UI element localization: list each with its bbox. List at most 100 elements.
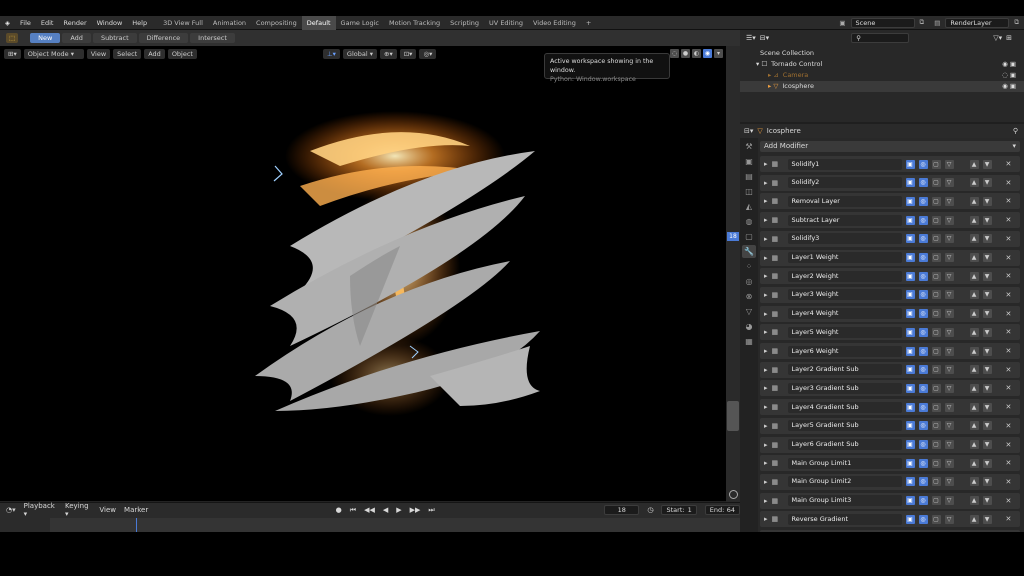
renderlayer-field[interactable]: RenderLayer bbox=[945, 17, 1010, 28]
remove-modifier-icon[interactable]: ✕ bbox=[1006, 422, 1012, 430]
viewport-menu-select[interactable]: Select bbox=[113, 49, 142, 59]
tab-default[interactable]: Default bbox=[301, 16, 336, 30]
current-frame-field[interactable]: 18 bbox=[604, 505, 640, 515]
modifier-row[interactable]: ▸ ▦ Layer1 Weight ▣ ◎ ▢ ▽ ▲ ▼ ✕ bbox=[760, 249, 1020, 266]
menu-file[interactable]: File bbox=[15, 19, 36, 27]
clock-icon[interactable]: ◷ bbox=[647, 506, 653, 514]
expand-chevron-icon[interactable]: ▸ bbox=[764, 403, 768, 411]
viewport-toggle-icon[interactable]: ◎ bbox=[918, 234, 928, 244]
modifier-name-field[interactable]: Main Group Limit3 bbox=[787, 495, 902, 507]
render-toggle-icon[interactable]: ▢ bbox=[931, 327, 941, 337]
cage-toggle-icon[interactable]: ▽ bbox=[944, 440, 954, 449]
edit-mode-toggle-icon[interactable]: ▣ bbox=[905, 178, 915, 188]
constraints-tab-icon[interactable]: ⊗ bbox=[742, 290, 756, 303]
timeline-track[interactable] bbox=[50, 518, 740, 532]
move-down-icon[interactable]: ▼ bbox=[982, 271, 992, 281]
move-up-icon[interactable]: ▲ bbox=[969, 514, 979, 524]
modifier-row[interactable]: ▸ ▦ Layer2 Weight ▣ ◎ ▢ ▽ ▲ ▼ ✕ bbox=[760, 268, 1020, 285]
edit-mode-toggle-icon[interactable]: ▣ bbox=[905, 514, 915, 524]
tab-uv-editing[interactable]: UV Editing bbox=[484, 16, 528, 30]
cage-toggle-icon[interactable]: ▽ bbox=[944, 402, 954, 412]
expand-chevron-icon[interactable]: ▸ bbox=[764, 272, 768, 280]
render-toggle-icon[interactable]: ▢ bbox=[931, 309, 941, 319]
modifier-row[interactable]: ▸ ▦ Removal Layer ▣ ◎ ▢ ▽ ▲ ▼ ✕ bbox=[760, 193, 1020, 210]
modifier-row[interactable]: ▸ ▦ Subtract Layer ▣ ◎ ▢ ▽ ▲ ▼ ✕ bbox=[760, 212, 1020, 229]
viewport-toggle-icon[interactable]: ◎ bbox=[918, 178, 928, 188]
remove-modifier-icon[interactable]: ✕ bbox=[1006, 272, 1012, 280]
move-down-icon[interactable]: ▼ bbox=[982, 421, 992, 431]
data-tab-icon[interactable]: ▽ bbox=[742, 305, 756, 318]
expand-chevron-icon[interactable]: ▸ bbox=[764, 328, 768, 336]
render-toggle-icon[interactable]: ▢ bbox=[931, 365, 941, 375]
edit-mode-toggle-icon[interactable]: ▣ bbox=[905, 383, 915, 393]
cage-toggle-icon[interactable]: ▽ bbox=[944, 271, 954, 281]
modifier-row[interactable]: ▸ ▦ Solidify1 ▣ ◎ ▢ ▽ ▲ ▼ ✕ bbox=[760, 156, 1020, 172]
modifier-name-field[interactable]: Layer3 Gradient Sub bbox=[787, 382, 902, 394]
end-frame-field[interactable]: End: 64 bbox=[704, 505, 741, 515]
edit-mode-toggle-icon[interactable]: ▣ bbox=[905, 159, 915, 169]
modifier-name-field[interactable]: Layer4 Weight bbox=[787, 308, 902, 320]
add-workspace-icon[interactable]: + bbox=[581, 16, 596, 30]
modifier-row[interactable]: ▸ ▦ Main Group Limit3 ▣ ◎ ▢ ▽ ▲ ▼ ✕ bbox=[760, 492, 1020, 509]
remove-modifier-icon[interactable]: ✕ bbox=[1006, 515, 1012, 523]
modifier-row[interactable]: ▸ ▦ Layer4 Weight ▣ ◎ ▢ ▽ ▲ ▼ ✕ bbox=[760, 305, 1020, 322]
modifier-row[interactable]: ▸ ▦ Main Group Limit2 ▣ ◎ ▢ ▽ ▲ ▼ ✕ bbox=[760, 473, 1020, 490]
cage-toggle-icon[interactable]: ▽ bbox=[944, 215, 954, 225]
modifier-name-field[interactable]: Solidify1 bbox=[787, 158, 902, 170]
timeline-menu-playback[interactable]: Playback ▾ bbox=[24, 502, 57, 518]
cage-toggle-icon[interactable]: ▽ bbox=[944, 496, 954, 506]
move-down-icon[interactable]: ▼ bbox=[982, 383, 992, 393]
render-toggle-icon[interactable]: ▢ bbox=[931, 234, 941, 244]
render-toggle-icon[interactable]: ▢ bbox=[931, 159, 941, 169]
modifier-name-field[interactable]: Layer6 Weight bbox=[787, 345, 902, 357]
outliner-row-tornado-control[interactable]: ▾ ☐ Tornado Control ◉ ▣ bbox=[740, 59, 1024, 70]
expand-chevron-icon[interactable]: ▸ bbox=[764, 235, 768, 243]
menu-window[interactable]: Window bbox=[92, 19, 128, 27]
modifier-tab-icon[interactable]: 🔧 bbox=[742, 245, 756, 258]
modifier-row[interactable]: ▸ ▦ Layer4 Gradient Sub ▣ ◎ ▢ ▽ ▲ ▼ ✕ bbox=[760, 399, 1020, 416]
move-down-icon[interactable]: ▼ bbox=[982, 514, 992, 524]
expand-chevron-icon[interactable]: ▸ bbox=[764, 459, 768, 467]
scene-tab-icon[interactable]: ◭ bbox=[742, 200, 756, 213]
remove-modifier-icon[interactable]: ✕ bbox=[1006, 179, 1012, 187]
playhead[interactable] bbox=[136, 518, 137, 532]
move-down-icon[interactable]: ▼ bbox=[982, 365, 992, 375]
render-tab-icon[interactable]: ▣ bbox=[742, 155, 756, 168]
edit-mode-toggle-icon[interactable]: ▣ bbox=[905, 234, 915, 244]
expand-chevron-icon[interactable]: ▸ bbox=[764, 497, 768, 505]
move-up-icon[interactable]: ▲ bbox=[969, 458, 979, 468]
move-up-icon[interactable]: ▲ bbox=[969, 159, 979, 169]
tab-game-logic[interactable]: Game Logic bbox=[336, 16, 384, 30]
physics-tab-icon[interactable]: ◎ bbox=[742, 275, 756, 288]
move-down-icon[interactable]: ▼ bbox=[982, 346, 992, 356]
viewport-toggle-icon[interactable]: ◎ bbox=[918, 159, 928, 169]
view-layer-tab-icon[interactable]: ◫ bbox=[742, 185, 756, 198]
render-toggle-icon[interactable]: ▢ bbox=[931, 196, 941, 206]
move-down-icon[interactable]: ▼ bbox=[982, 458, 992, 468]
outliner-display-icon[interactable]: ⊟▾ bbox=[760, 34, 769, 42]
mode-difference-button[interactable]: Difference bbox=[138, 33, 189, 43]
viewport-toggle-icon[interactable]: ◎ bbox=[918, 514, 928, 524]
cage-toggle-icon[interactable]: ▽ bbox=[944, 346, 954, 356]
edit-mode-toggle-icon[interactable]: ▣ bbox=[905, 421, 915, 431]
render-toggle-icon[interactable]: ▢ bbox=[931, 402, 941, 412]
expand-chevron-icon[interactable]: ▸ bbox=[764, 160, 768, 168]
expand-chevron-icon[interactable]: ▸ bbox=[764, 197, 768, 205]
rendered-shading-icon[interactable]: ◉ bbox=[703, 49, 712, 58]
edit-mode-toggle-icon[interactable]: ▣ bbox=[905, 477, 915, 487]
move-up-icon[interactable]: ▲ bbox=[969, 309, 979, 319]
modifier-name-field[interactable]: Layer4 Gradient Sub bbox=[787, 401, 902, 413]
viewport-toggle-icon[interactable]: ◎ bbox=[918, 477, 928, 487]
pivot-icon[interactable]: ⊕▾ bbox=[380, 49, 397, 59]
move-up-icon[interactable]: ▲ bbox=[969, 346, 979, 356]
renderlayer-copy-icon[interactable]: ⧉ bbox=[1009, 18, 1024, 27]
modifier-row[interactable]: ▸ ▦ Layer6 Weight ▣ ◎ ▢ ▽ ▲ ▼ ✕ bbox=[760, 343, 1020, 359]
modifier-row[interactable]: ▸ ▦ Layer2 Gradient Sub ▣ ◎ ▢ ▽ ▲ ▼ ✕ bbox=[760, 361, 1020, 378]
mode-add-button[interactable]: Add bbox=[62, 33, 91, 43]
edit-mode-toggle-icon[interactable]: ▣ bbox=[905, 290, 915, 300]
viewport-toggle-icon[interactable]: ◎ bbox=[918, 290, 928, 300]
jump-end-icon[interactable]: ⏭ bbox=[428, 506, 434, 515]
move-up-icon[interactable]: ▲ bbox=[969, 496, 979, 506]
viewport-menu-add[interactable]: Add bbox=[144, 49, 165, 59]
viewport-menu-object[interactable]: Object bbox=[167, 49, 197, 59]
